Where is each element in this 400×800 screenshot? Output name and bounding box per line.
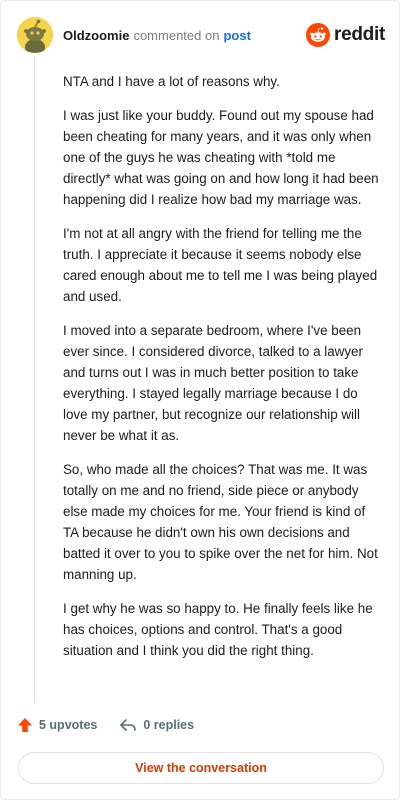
comment-paragraph: I was just like your buddy. Found out my… [63,108,379,207]
reply-count: 0 replies [143,718,195,732]
reddit-logo-icon [306,23,331,47]
comment-paragraph: I moved into a separate bedroom, where I… [63,323,363,443]
comment-paragraph: So, who made all the choices? That was m… [63,462,378,582]
comment-header: Oldzoomie commented on post reddit [17,15,385,55]
thread-line [34,57,35,703]
author-name[interactable]: Oldzoomie [63,28,129,43]
snoo-avatar-icon [17,17,53,53]
upvote-button[interactable]: 5 upvotes [17,717,97,733]
comment-meta: Oldzoomie commented on post [63,28,251,43]
comment-paragraph: I'm not at all angry with the friend for… [63,226,378,304]
comment-paragraph: I get why he was so happy to. He finally… [63,601,373,658]
comment-actions: 5 upvotes 0 replies [17,717,194,733]
comment-card: Oldzoomie commented on post reddit NTA a… [0,0,400,800]
comment-body: NTA and I have a lot of reasons why. I w… [63,71,379,674]
post-link[interactable]: post [223,28,250,43]
upvote-count: 5 upvotes [39,718,98,732]
user-avatar[interactable] [17,17,53,53]
reddit-brand[interactable]: reddit [306,23,385,47]
view-conversation-button[interactable]: View the conversation [18,752,384,784]
upvote-arrow-icon [18,718,32,732]
action-text: commented on [133,27,220,43]
reply-arrow-icon [120,719,137,731]
brand-wordmark: reddit [334,24,385,45]
comment-paragraph: NTA and I have a lot of reasons why. [63,74,280,89]
reply-button[interactable]: 0 replies [119,717,194,733]
